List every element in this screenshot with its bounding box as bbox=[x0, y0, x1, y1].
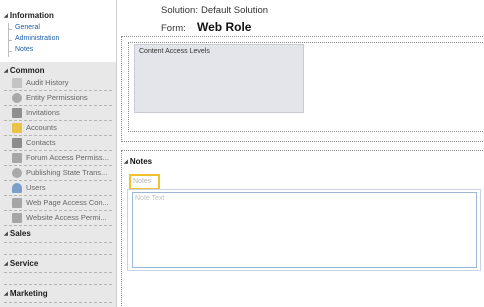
tab-notes-label: Notes bbox=[133, 178, 152, 185]
section-header-information[interactable]: ◢ Information bbox=[4, 11, 54, 20]
form-selector[interactable]: Web Role bbox=[197, 20, 251, 34]
invitation-icon bbox=[12, 108, 22, 118]
users-icon bbox=[12, 183, 22, 193]
nav-item-invitations[interactable]: Invitations bbox=[12, 107, 112, 120]
gear-icon bbox=[12, 168, 22, 178]
folder-icon bbox=[12, 123, 22, 133]
nav-item-web-page-access-control[interactable]: Web Page Access Con... bbox=[12, 197, 112, 210]
nav-item-publishing-state-transitions[interactable]: Publishing State Trans... bbox=[12, 167, 112, 180]
section-header-sales[interactable]: ◢ Sales bbox=[4, 229, 31, 238]
nav-item-website-access-permissions[interactable]: Website Access Permi... bbox=[12, 212, 112, 225]
note-text-placeholder: Note Text bbox=[135, 195, 165, 202]
nav-link-administration[interactable]: Administration bbox=[15, 35, 59, 42]
nav-item-forum-access-permissions[interactable]: Forum Access Permiss... bbox=[12, 152, 112, 165]
section-header-service[interactable]: ◢ Service bbox=[4, 259, 38, 268]
nav-item-audit-history[interactable]: Audit History bbox=[12, 77, 112, 90]
form-label: Form: bbox=[161, 23, 186, 34]
content-access-levels-label: Content Access Levels bbox=[139, 48, 210, 55]
collapse-triangle-icon: ◢ bbox=[4, 13, 8, 19]
note-text-input[interactable] bbox=[132, 192, 477, 268]
section-header-marketing[interactable]: ◢ Marketing bbox=[4, 289, 48, 298]
section-header-common[interactable]: ◢ Common bbox=[4, 66, 45, 75]
collapse-triangle-icon: ◢ bbox=[4, 68, 8, 74]
nav-link-general[interactable]: General bbox=[15, 24, 40, 31]
solution-label: Solution: bbox=[161, 5, 198, 16]
left-navigation: ◢ Information General Administration Note… bbox=[0, 0, 117, 307]
audit-history-icon bbox=[12, 78, 22, 88]
nav-item-entity-permissions[interactable]: Entity Permissions bbox=[12, 92, 112, 105]
notes-section-title[interactable]: ◢ Notes bbox=[124, 157, 152, 166]
lock-icon bbox=[12, 198, 22, 208]
collapse-triangle-icon: ◢ bbox=[4, 261, 8, 267]
collapse-triangle-icon: ◢ bbox=[124, 159, 128, 165]
tab-notes[interactable]: Notes bbox=[129, 174, 160, 190]
nav-item-contacts[interactable]: Contacts bbox=[12, 137, 112, 150]
forum-permission-icon bbox=[12, 153, 22, 163]
collapse-triangle-icon: ◢ bbox=[4, 231, 8, 237]
collapse-triangle-icon: ◢ bbox=[4, 291, 8, 297]
nav-link-notes[interactable]: Notes bbox=[15, 46, 33, 53]
nav-item-users[interactable]: Users bbox=[12, 182, 112, 195]
solution-value: Default Solution bbox=[201, 5, 269, 16]
lock-icon bbox=[12, 213, 22, 223]
gear-icon bbox=[12, 93, 22, 103]
contact-card-icon bbox=[12, 138, 22, 148]
nav-item-accounts[interactable]: Accounts bbox=[12, 122, 112, 135]
